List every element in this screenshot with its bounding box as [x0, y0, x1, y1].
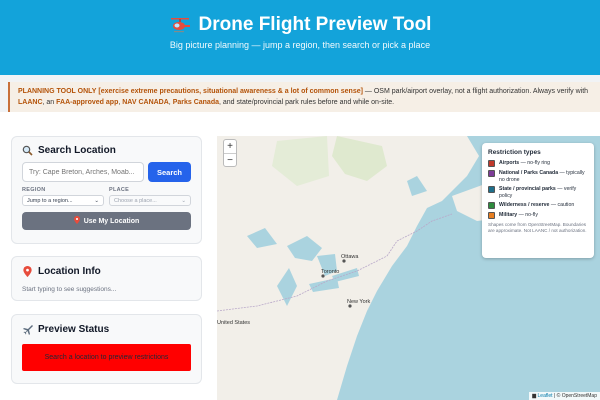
pin-icon [22, 266, 33, 277]
place-column: PLACE Choose a place... ⌄ [109, 187, 191, 206]
helicopter-icon [169, 17, 191, 33]
place-select-value: Choose a place... [114, 197, 157, 204]
chevron-down-icon: ⌄ [94, 197, 99, 204]
preview-status-card: Preview Status Search a location to prev… [11, 314, 202, 384]
region-label: REGION [22, 187, 46, 193]
zoom-out-button[interactable]: − [224, 153, 236, 166]
map-attribution: ▆ Leaflet | © OpenStreetMap [529, 392, 600, 400]
page-title: Drone Flight Preview Tool [0, 14, 600, 36]
map-label-ottawa: Ottawa [341, 254, 359, 260]
status-message: Search a location to preview restriction… [22, 344, 191, 371]
info-card-heading: Location Info [22, 266, 191, 277]
legend-item-name: Airports [499, 160, 520, 166]
legend-item-state-parks: State / provincial parks — verify policy [488, 186, 588, 199]
warning-label: PLANNING TOOL ONLY [18, 88, 97, 95]
restriction-legend: Restriction types Airports — no-fly ring… [482, 143, 594, 258]
status-card-heading: Preview Status [22, 324, 191, 335]
chevron-down-icon: ⌄ [181, 197, 186, 204]
legend-note: Shapes come from OpenStreetMap. Boundari… [488, 222, 587, 233]
map-label-new-york: New York [347, 299, 371, 305]
region-select-value: Jump to a region... [27, 197, 73, 204]
map-label-united-states: United States [217, 320, 251, 326]
magnifier-icon [22, 145, 33, 156]
legend-item-desc: — caution [549, 202, 575, 208]
place-label: PLACE [109, 187, 130, 193]
warning-bracket: [exercise extreme precautions, situation… [98, 88, 363, 95]
faa-app-link[interactable]: FAA-approved app [56, 99, 118, 106]
location-info-card: Location Info Start typing to see sugges… [11, 256, 202, 301]
national-park-swatch [488, 170, 495, 177]
pin-icon [73, 216, 80, 226]
region-place-selectors: REGION Jump to a region... ⌄ PLACE Choos… [22, 187, 191, 206]
flag-icon: ▆ [532, 393, 537, 399]
airport-swatch [488, 160, 495, 167]
info-card-text: Start typing to see suggestions... [22, 286, 117, 293]
search-card-heading: Search Location [22, 145, 191, 156]
parks-canada-link[interactable]: Parks Canada [173, 99, 219, 106]
map-label-toronto: Toronto [321, 269, 340, 275]
legend-item-desc: — no-fly ring [519, 160, 551, 166]
planning-warning-banner: PLANNING TOOL ONLY [exercise extreme pre… [8, 82, 600, 112]
search-card-title: Search Location [38, 145, 116, 156]
legend-item-name: Military [499, 212, 518, 218]
use-my-location-label: Use My Location [83, 217, 140, 225]
state-park-swatch [488, 186, 495, 193]
military-swatch [488, 212, 495, 219]
warning-text-3: , and state/provincial park rules before… [219, 99, 395, 106]
app-header: Drone Flight Preview Tool Big picture pl… [0, 0, 600, 75]
zoom-control: + − [223, 139, 237, 167]
search-location-card: Search Location Search REGION Jump to a … [11, 136, 202, 244]
place-select[interactable]: Choose a place... ⌄ [109, 195, 191, 206]
warning-text-1: — OSM park/airport overlay, not a flight… [362, 88, 589, 95]
legend-title: Restriction types [488, 149, 541, 156]
legend-item-military: Military — no-fly [488, 212, 588, 219]
use-my-location-button[interactable]: Use My Location [22, 212, 191, 230]
warning-text-2: , an [42, 99, 57, 106]
region-select[interactable]: Jump to a region... ⌄ [22, 195, 104, 206]
laanc-link[interactable]: LAANC [18, 99, 43, 106]
airplane-icon [22, 324, 33, 335]
title-text: Drone Flight Preview Tool [198, 14, 432, 35]
status-card-title: Preview Status [38, 324, 110, 335]
map-view[interactable]: Ottawa Toronto New York United States + … [217, 136, 600, 400]
leaflet-link[interactable]: Leaflet [538, 393, 553, 399]
legend-item-name: National / Parks Canada [499, 170, 559, 176]
legend-item-airports: Airports — no-fly ring [488, 160, 588, 167]
page-subtitle: Big picture planning — jump a region, th… [169, 40, 431, 50]
osm-attribution: | © OpenStreetMap [552, 393, 597, 399]
search-button[interactable]: Search [148, 162, 191, 182]
zoom-in-button[interactable]: + [224, 140, 236, 153]
search-row: Search [22, 162, 191, 182]
nav-canada-link[interactable]: NAV CANADA [122, 99, 169, 106]
wilderness-swatch [488, 202, 495, 209]
legend-item-national-parks: National / Parks Canada — typically no d… [488, 170, 588, 183]
legend-item-name: State / provincial parks [499, 186, 556, 192]
search-input[interactable] [22, 162, 144, 182]
legend-item-name: Wilderness / reserve [499, 202, 550, 208]
legend-item-wilderness: Wilderness / reserve — caution [488, 202, 588, 209]
region-column: REGION Jump to a region... ⌄ [22, 187, 104, 206]
info-card-title: Location Info [38, 266, 101, 277]
legend-item-desc: — no-fly [517, 212, 538, 218]
